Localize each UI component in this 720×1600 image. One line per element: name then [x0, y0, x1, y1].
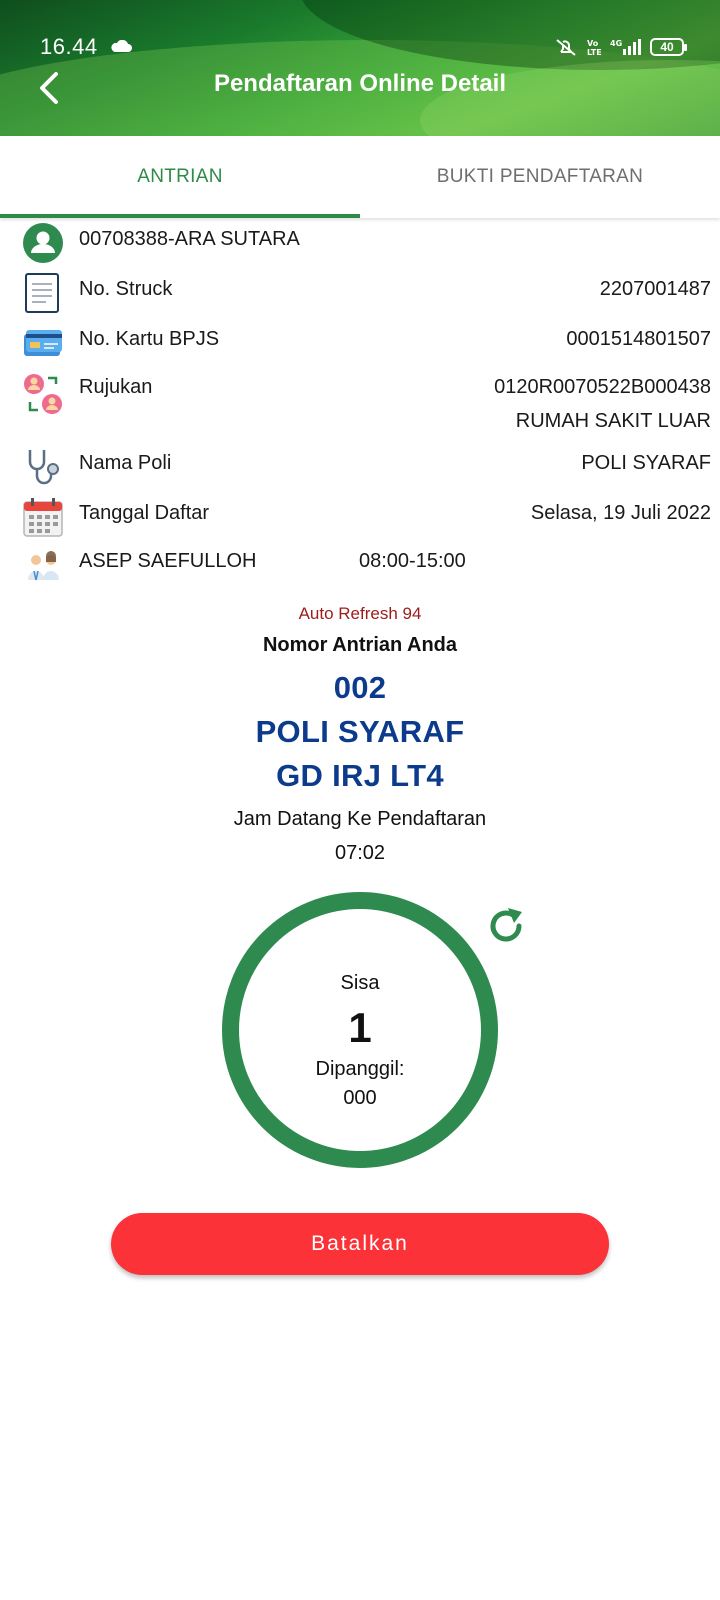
status-icons: Vo LTE 4G 40 [554, 36, 687, 58]
cancel-button[interactable]: Batalkan [111, 1213, 609, 1275]
battery-level: 40 [660, 40, 674, 54]
patient-name: 00708388-ARA SUTARA [79, 228, 300, 250]
struck-row: No. Struck 2207001487 [0, 270, 720, 314]
queue-label: Nomor Antrian Anda [262, 634, 458, 656]
cloud-icon [111, 40, 132, 52]
called-label: Dipanggil: [315, 1058, 405, 1080]
auto-refresh-text: Auto Refresh 94 [298, 604, 422, 623]
tab-bar: ANTRIAN BUKTI PENDAFTARAN [0, 136, 720, 218]
tanggal-row: Tanggal Daftar Selasa, 19 Juli 2022 [0, 494, 720, 538]
dokter-row: ASEP SAEFULLOH 08:00-15:00 [0, 542, 720, 586]
bpjs-label: No. Kartu BPJS [79, 328, 220, 350]
tab-bukti-pendaftaran[interactable]: BUKTI PENDAFTARAN [360, 136, 720, 218]
called-value: 000 [343, 1087, 377, 1109]
doctor-schedule: 08:00-15:00 [359, 550, 466, 572]
poli-row: Nama Poli POLI SYARAF [0, 444, 720, 488]
poli-label: Nama Poli [79, 452, 172, 474]
svg-text:Vo: Vo [587, 39, 599, 48]
mute-icon [556, 39, 576, 56]
battery-icon: 40 [650, 38, 687, 56]
calendar-icon [23, 498, 63, 537]
card-icon [24, 330, 62, 356]
tanggal-label: Tanggal Daftar [79, 502, 210, 524]
queue-building: GD IRJ LT4 [276, 758, 444, 793]
refresh-icon[interactable] [486, 906, 526, 946]
remaining-value: 1 [348, 1004, 372, 1051]
rujukan-value: 0120R0070522B000438 [494, 376, 711, 398]
struck-value: 2207001487 [599, 278, 711, 300]
struck-label: No. Struck [79, 278, 173, 300]
svg-text:LTE: LTE [587, 48, 602, 56]
app-bar: Pendaftaran Online Detail [0, 60, 720, 120]
4g-signal-icon: 4G [610, 39, 641, 55]
rujukan-source: RUMAH SAKIT LUAR [515, 410, 711, 432]
tab-indicator [0, 214, 360, 218]
page-title: Pendaftaran Online Detail [213, 70, 507, 97]
patient-row: 00708388-ARA SUTARA [0, 220, 720, 264]
bpjs-value: 0001514801507 [566, 328, 711, 350]
stethoscope-icon [28, 450, 59, 485]
status-time: 16.44 [40, 34, 98, 59]
referral-icon [24, 374, 62, 414]
rujukan-row: Rujukan 0120R0070522B000438 RUMAH SAKIT … [0, 368, 720, 448]
doctor-name: ASEP SAEFULLOH [79, 550, 257, 572]
doctor-icon [28, 551, 59, 581]
bpjs-row: No. Kartu BPJS 0001514801507 [0, 320, 720, 364]
arrival-time-value: 07:02 [334, 842, 386, 864]
header: 16.44 Vo LTE 4G 40 Pendaftaran Online De… [0, 0, 720, 136]
tab-antrian[interactable]: ANTRIAN [0, 136, 360, 218]
queue-number: 002 [333, 670, 387, 705]
tanggal-value: Selasa, 19 Juli 2022 [530, 502, 711, 524]
svg-text:4G: 4G [610, 39, 622, 48]
poli-value: POLI SYARAF [581, 452, 711, 474]
queue-poli: POLI SYARAF [255, 714, 465, 749]
rujukan-label: Rujukan [79, 376, 153, 398]
receipt-icon [25, 273, 59, 313]
volte-icon: Vo LTE [587, 39, 602, 56]
remaining-label: Sisa [340, 972, 380, 994]
arrival-time-label: Jam Datang Ke Pendaftaran [233, 808, 487, 830]
user-icon [23, 223, 63, 263]
